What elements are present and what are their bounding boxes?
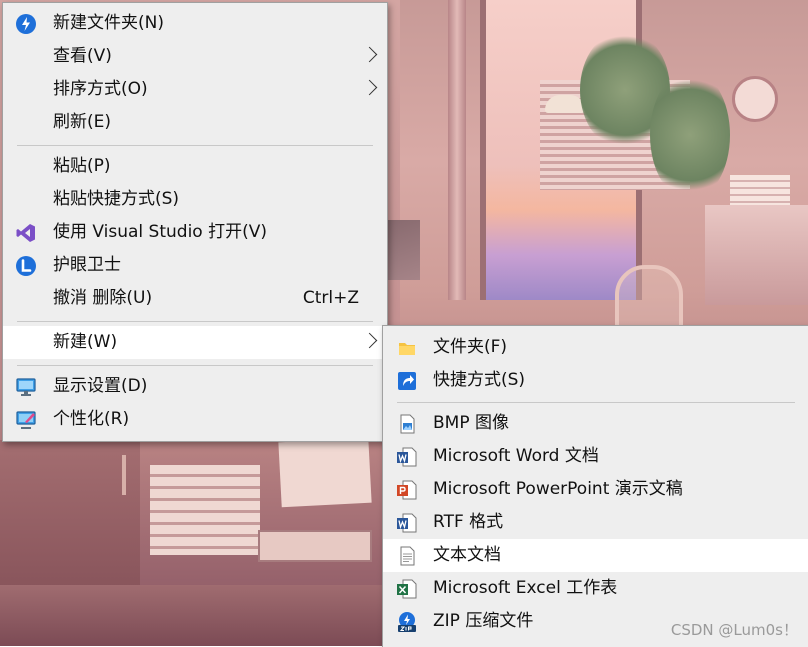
wallpaper-paper xyxy=(278,437,372,508)
submenu-item-label: 文本文档 xyxy=(433,545,501,565)
submenu-item-rtf[interactable]: RTF 格式 xyxy=(383,506,808,539)
menu-item-new-folder[interactable]: 新建文件夹(N) xyxy=(3,7,387,40)
menu-item-paste-shortcut[interactable]: 粘贴快捷方式(S) xyxy=(3,183,387,216)
new-folder-app-icon xyxy=(16,14,36,34)
menu-separator xyxy=(397,402,795,403)
folder-icon xyxy=(399,343,415,355)
submenu-item-word[interactable]: Microsoft Word 文档 xyxy=(383,440,808,473)
menu-item-shortcut: Ctrl+Z xyxy=(302,288,359,308)
zip-icon xyxy=(398,612,416,632)
word-icon xyxy=(397,447,417,467)
display-settings-icon xyxy=(16,378,36,396)
menu-item-personalize[interactable]: 个性化(R) xyxy=(3,403,387,436)
wallpaper-pillar xyxy=(448,0,466,300)
chevron-right-icon xyxy=(361,46,378,63)
menu-item-label: 使用 Visual Studio 打开(V) xyxy=(53,222,268,242)
menu-item-label: 显示设置(D) xyxy=(53,376,148,396)
chevron-right-icon xyxy=(361,79,378,96)
submenu-item-label: BMP 图像 xyxy=(433,413,509,433)
wallpaper-lamp xyxy=(545,95,585,113)
rtf-icon xyxy=(397,513,417,533)
submenu-item-label: 文件夹(F) xyxy=(433,337,508,357)
menu-item-display-settings[interactable]: 显示设置(D) xyxy=(3,370,387,403)
menu-item-label: 刷新(E) xyxy=(53,112,112,132)
submenu-item-folder[interactable]: 文件夹(F) xyxy=(383,331,808,364)
menu-item-eye-guard[interactable]: 护眼卫士 xyxy=(3,249,387,282)
menu-item-undo-delete[interactable]: 撤消 删除(U) Ctrl+Z xyxy=(3,282,387,315)
powerpoint-icon xyxy=(397,480,417,500)
submenu-item-label: Microsoft PowerPoint 演示文稿 xyxy=(433,479,683,499)
wallpaper-floor xyxy=(0,585,390,646)
wallpaper-books xyxy=(150,465,260,555)
wallpaper-radio xyxy=(258,530,372,562)
text-document-icon xyxy=(400,546,415,566)
wallpaper-chair xyxy=(615,265,683,333)
menu-item-label: 粘贴快捷方式(S) xyxy=(53,189,180,209)
menu-item-label: 护眼卫士 xyxy=(53,255,121,275)
submenu-item-label: Microsoft Word 文档 xyxy=(433,446,599,466)
eye-guard-icon xyxy=(16,256,36,276)
excel-icon xyxy=(397,579,417,599)
menu-item-new[interactable]: 新建(W) xyxy=(3,326,387,359)
submenu-item-bmp[interactable]: BMP 图像 xyxy=(383,407,808,440)
visual-studio-icon xyxy=(16,224,35,242)
submenu-item-text-document[interactable]: 文本文档 xyxy=(383,539,808,572)
menu-separator xyxy=(17,145,373,146)
menu-item-label: 撤消 删除(U) xyxy=(53,288,153,308)
menu-item-view[interactable]: 查看(V) xyxy=(3,40,387,73)
menu-item-label: 粘贴(P) xyxy=(53,156,111,176)
chevron-right-icon xyxy=(361,332,378,349)
wallpaper-plant xyxy=(650,70,730,200)
menu-item-label: 排序方式(O) xyxy=(53,79,148,99)
menu-separator xyxy=(17,321,373,322)
menu-separator xyxy=(17,365,373,366)
submenu-item-label: 快捷方式(S) xyxy=(433,370,526,390)
menu-item-label: 查看(V) xyxy=(53,46,112,66)
menu-item-paste[interactable]: 粘贴(P) xyxy=(3,150,387,183)
watermark-text: CSDN @Lum0s！ xyxy=(670,621,798,639)
wallpaper-shelf xyxy=(705,205,808,305)
menu-item-refresh[interactable]: 刷新(E) xyxy=(3,106,387,139)
new-submenu: 文件夹(F) 快捷方式(S) BMP 图像 Microsoft Word 文档 xyxy=(382,325,808,647)
submenu-item-shortcut[interactable]: 快捷方式(S) xyxy=(383,364,808,397)
menu-item-label: 个性化(R) xyxy=(53,409,130,429)
personalize-icon xyxy=(16,411,36,429)
desktop-context-menu: 新建文件夹(N) 查看(V) 排序方式(O) 刷新(E) 粘贴(P) 粘贴快捷方… xyxy=(2,2,388,442)
submenu-item-label: ZIP 压缩文件 xyxy=(433,611,534,631)
wallpaper-books xyxy=(730,175,790,205)
submenu-item-label: Microsoft Excel 工作表 xyxy=(433,578,618,598)
menu-item-label: 新建(W) xyxy=(53,332,118,352)
bmp-image-icon xyxy=(400,414,415,434)
submenu-item-powerpoint[interactable]: Microsoft PowerPoint 演示文稿 xyxy=(383,473,808,506)
menu-item-label: 新建文件夹(N) xyxy=(53,13,164,33)
wallpaper-clock xyxy=(732,76,778,122)
wallpaper-cabinet-handle xyxy=(122,455,126,495)
shortcut-icon xyxy=(398,372,416,390)
menu-item-sort-by[interactable]: 排序方式(O) xyxy=(3,73,387,106)
submenu-item-label: RTF 格式 xyxy=(433,512,504,532)
menu-item-open-visual-studio[interactable]: 使用 Visual Studio 打开(V) xyxy=(3,216,387,249)
submenu-item-excel[interactable]: Microsoft Excel 工作表 xyxy=(383,572,808,605)
